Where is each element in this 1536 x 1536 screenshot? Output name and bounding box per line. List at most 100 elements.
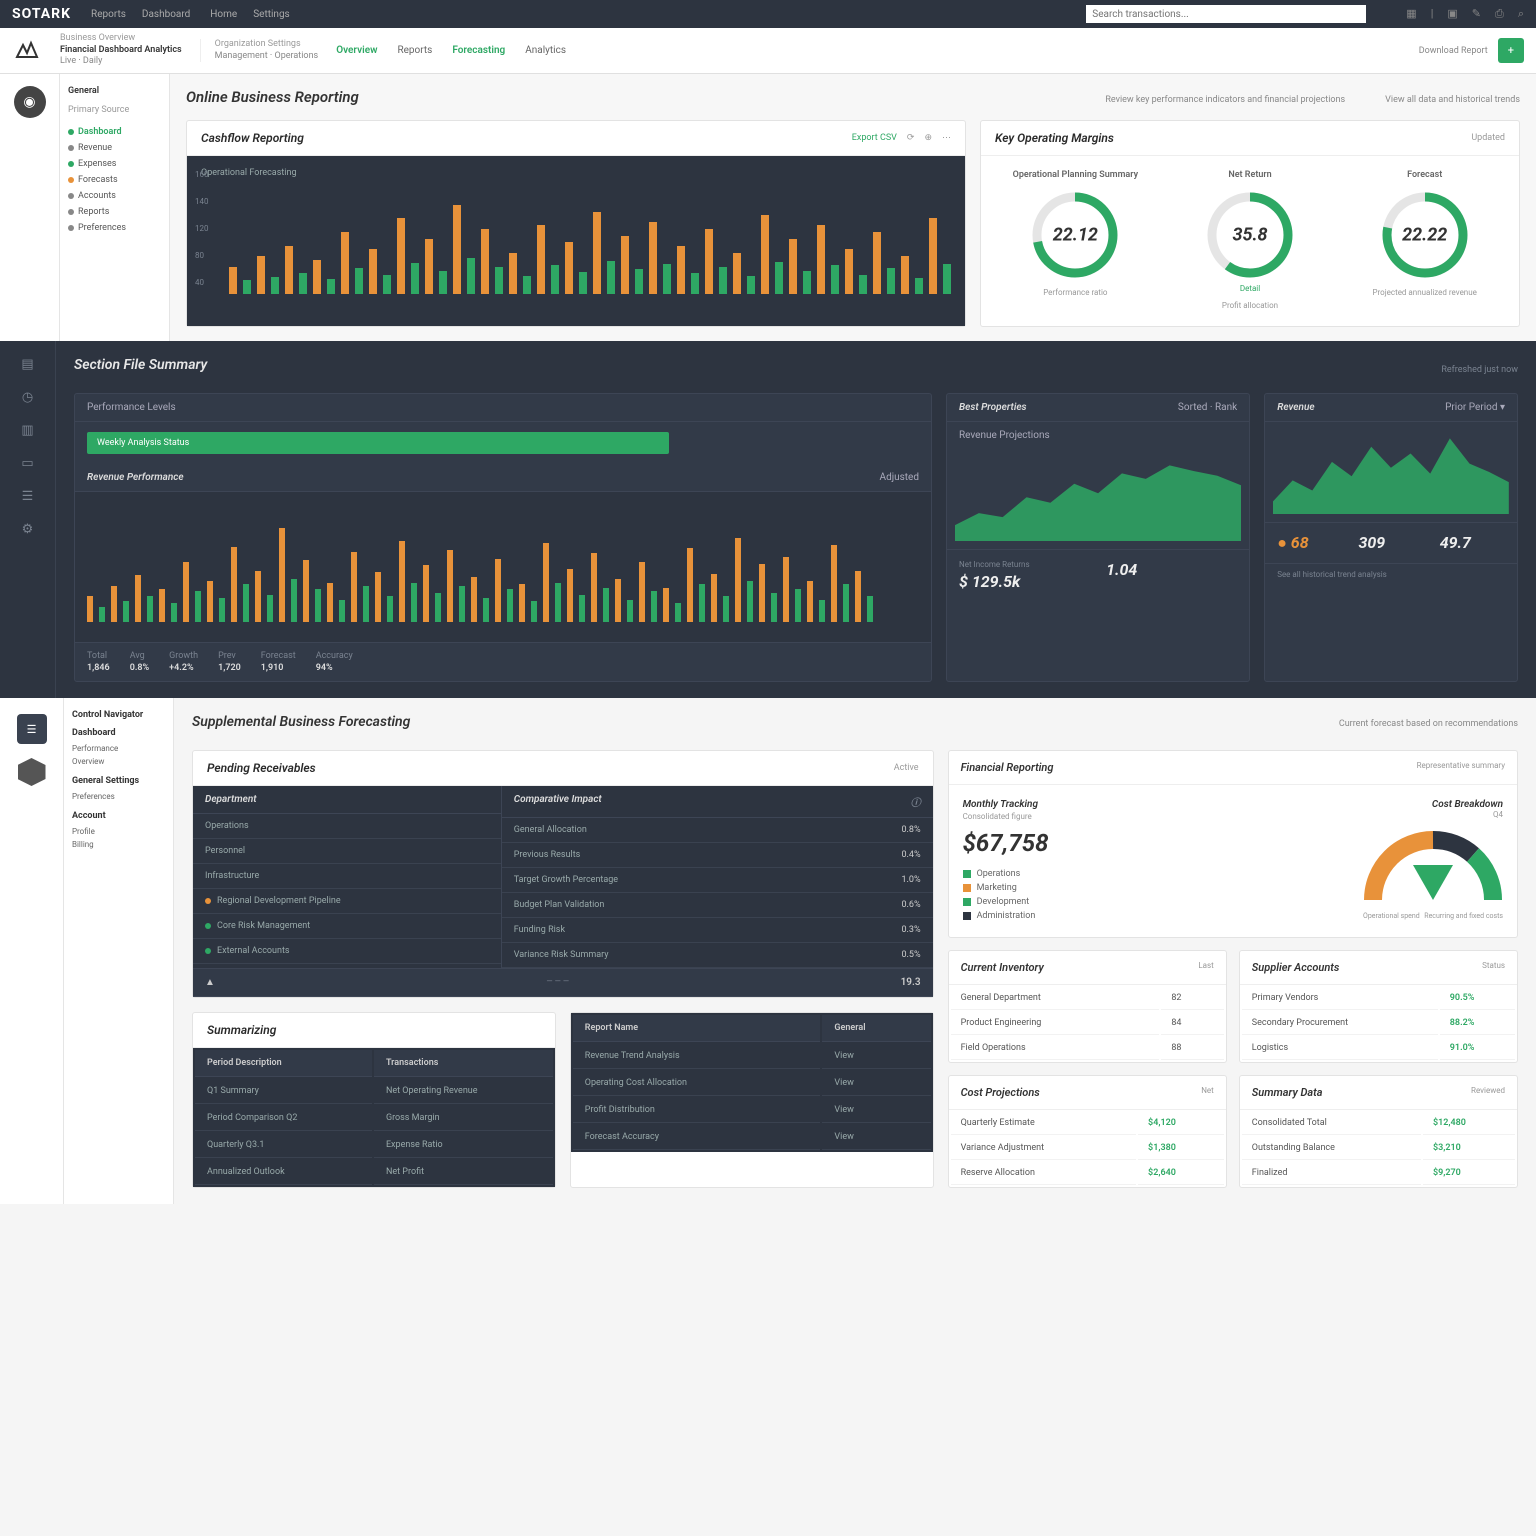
list-row[interactable]: Personnel (193, 839, 501, 864)
breadcrumb: Business Overview Financial Dashboard An… (60, 33, 182, 68)
topbar-tab[interactable]: Home (210, 9, 237, 20)
info-icon[interactable]: ⓘ (911, 794, 921, 809)
globe-icon[interactable]: ◉ (14, 86, 46, 118)
table-row[interactable]: Operating Cost AllocationView (573, 1071, 931, 1096)
app-icon[interactable]: ▣ (1447, 7, 1457, 21)
area2-footer[interactable]: See all historical trend analysis (1265, 563, 1517, 585)
chart-icon[interactable]: ▥ (21, 423, 33, 438)
download-label[interactable]: Download Report (1419, 46, 1488, 56)
stats-row: Total1,846Avg0.8%Growth+4.2%Prev1,720For… (75, 642, 931, 681)
list-row[interactable]: Funding Risk0.3% (502, 918, 933, 943)
sidebar-item[interactable]: Preferences (68, 220, 161, 236)
kpi-value: 1.04 (1106, 560, 1237, 579)
more-icon[interactable]: ⋯ (942, 133, 951, 143)
sidebar-item[interactable]: Reports (68, 204, 161, 220)
kpi: ● 68 (1277, 533, 1342, 553)
sidebar-item[interactable]: Expenses (68, 156, 161, 172)
topbar-tab[interactable]: Dashboard (142, 9, 190, 20)
table-row[interactable]: Reserve Allocation$2,640 (951, 1162, 1224, 1185)
menu-icon[interactable]: ☰ (17, 714, 47, 744)
footer-icon[interactable]: ▲ (205, 977, 215, 988)
performance-card: Performance Levels Weekly Analysis Statu… (74, 393, 932, 682)
table-row[interactable]: Quarterly Estimate$4,120 (951, 1112, 1224, 1135)
table-row[interactable]: Secondary Procurement88.2% (1242, 1012, 1515, 1035)
perf-hdr-title: Performance Levels (87, 402, 176, 413)
table-row[interactable]: Product Engineering84 (951, 1012, 1224, 1035)
table-row[interactable]: Annualized OutlookNet Profit (195, 1160, 553, 1185)
list-row[interactable]: Infrastructure (193, 864, 501, 889)
cost-hdr: Cost Projections Net (949, 1076, 1226, 1110)
search-icon[interactable]: ⌕ (1518, 7, 1524, 21)
nav-tab[interactable]: Analytics (525, 45, 566, 56)
folder-icon[interactable]: ▭ (21, 456, 33, 471)
expand-icon[interactable]: ⊕ (924, 133, 932, 143)
gear-icon[interactable]: ⚙ (22, 522, 34, 537)
list-row[interactable]: Variance Risk Summary0.5% (502, 943, 933, 968)
page-title: Online Business Reporting (186, 88, 359, 106)
bar-chart-2 (75, 492, 931, 642)
nav-tabs: Overview Reports Forecasting Analytics (336, 45, 566, 56)
table-row[interactable]: Period Comparison Q2Gross Margin (195, 1106, 553, 1131)
table-row[interactable]: Logistics91.0% (1242, 1037, 1515, 1060)
sidebar-item[interactable]: Accounts (68, 188, 161, 204)
side3-item[interactable]: Overview (72, 755, 165, 768)
list-row[interactable]: General Allocation0.8% (502, 818, 933, 843)
search-input[interactable] (1086, 5, 1366, 23)
list-row[interactable]: Previous Results0.4% (502, 843, 933, 868)
nav-tab-overview[interactable]: Overview (336, 45, 377, 56)
sidebar-item[interactable]: Forecasts (68, 172, 161, 188)
side3-item[interactable]: Preferences (72, 790, 165, 803)
area2-meta[interactable]: Prior Period ▾ (1445, 402, 1505, 413)
nav-tab[interactable]: Reports (397, 45, 432, 56)
table-row[interactable]: Consolidated Total$12,480 (1242, 1112, 1515, 1135)
chart2-hdr: Revenue Performance Adjusted (75, 464, 931, 492)
refresh-icon[interactable]: ⟳ (907, 133, 915, 143)
table-row[interactable]: Primary Vendors90.5% (1242, 987, 1515, 1010)
table-row[interactable]: Finalized$9,270 (1242, 1162, 1515, 1185)
col1-hdr: Department (193, 786, 501, 814)
table-row[interactable]: Q1 SummaryNet Operating Revenue (195, 1079, 553, 1104)
topbar-tab[interactable]: Reports (91, 9, 126, 20)
print-icon[interactable]: ⎙ (1495, 7, 1504, 21)
inv-meta: Last (1198, 961, 1213, 974)
list-block: Department OperationsPersonnelInfrastruc… (193, 786, 933, 997)
list-row[interactable]: Budget Plan Validation0.6% (502, 893, 933, 918)
table-row[interactable]: Forecast AccuracyView (573, 1125, 931, 1150)
table-row[interactable]: Variance Adjustment$1,380 (951, 1137, 1224, 1160)
breadcrumb-top: Business Overview (60, 33, 182, 45)
sidebar-item[interactable]: Revenue (68, 140, 161, 156)
section3-content: Supplemental Business Forecasting Curren… (174, 698, 1536, 1204)
table-row[interactable]: Quarterly Q3.1Expense Ratio (195, 1133, 553, 1158)
list-row[interactable]: Target Growth Percentage1.0% (502, 868, 933, 893)
table-row[interactable]: Outstanding Balance$3,210 (1242, 1137, 1515, 1160)
cards-icon[interactable]: ▤ (21, 357, 33, 372)
cost-title: Cost Projections (961, 1086, 1040, 1099)
table-row[interactable]: Profit DistributionView (573, 1098, 931, 1123)
export-action[interactable]: Export CSV (852, 133, 897, 143)
topbar-tab[interactable]: Settings (253, 9, 290, 20)
hex-icon[interactable] (18, 758, 46, 786)
list-row[interactable]: Regional Development Pipeline (193, 889, 501, 914)
add-button[interactable]: + (1498, 38, 1524, 63)
list-row[interactable]: External Accounts (193, 939, 501, 964)
clock-icon[interactable]: ◷ (22, 390, 33, 405)
gauges-card: Key Operating Margins Updated Operationa… (980, 120, 1520, 327)
list-row[interactable]: Core Risk Management (193, 914, 501, 939)
side3-item[interactable]: Profile (72, 825, 165, 838)
side3-item[interactable]: Performance (72, 742, 165, 755)
sidebar-item[interactable]: Dashboard (68, 124, 161, 140)
summary-table-1: Summarizing Period DescriptionTransactio… (192, 1012, 556, 1188)
table-row[interactable]: Revenue Trend AnalysisView (573, 1044, 931, 1069)
list-icon[interactable]: ☰ (22, 489, 34, 504)
side3-item[interactable]: Billing (72, 838, 165, 851)
section-1: ◉ General Primary Source Dashboard Reven… (0, 74, 1536, 341)
list-row[interactable]: Operations (193, 814, 501, 839)
grid-icon[interactable]: ▦ (1406, 7, 1416, 21)
bottom-two: Cost Projections Net Quarterly Estimate$… (948, 1075, 1518, 1188)
table-row[interactable]: Field Operations88 (951, 1037, 1224, 1060)
table-row[interactable]: General Department82 (951, 987, 1224, 1010)
chart2-title: Revenue Performance (87, 472, 184, 483)
edit-icon[interactable]: ✎ (1472, 7, 1481, 21)
nav-tab[interactable]: Forecasting (452, 45, 505, 56)
sec2-right: Best Properties Sorted · Rank Revenue Pr… (946, 393, 1518, 682)
